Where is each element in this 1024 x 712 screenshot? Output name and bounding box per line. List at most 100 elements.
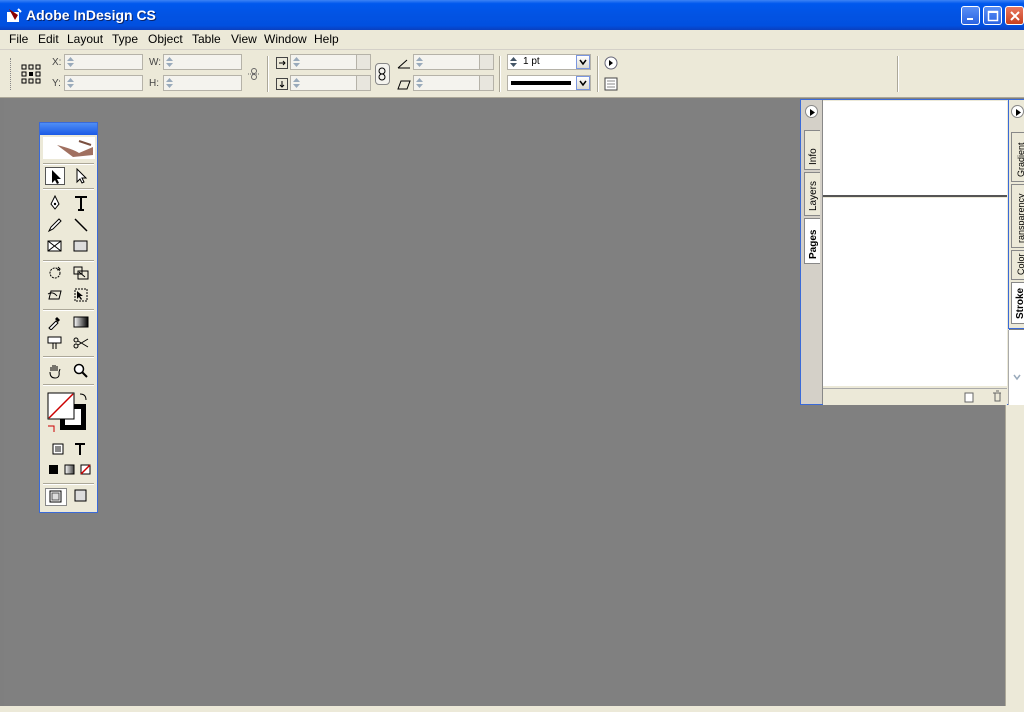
direct-selection-tool[interactable]	[71, 167, 91, 185]
maximize-button[interactable]	[983, 6, 1002, 25]
gradient-icon	[64, 464, 75, 475]
palette-menu-icon[interactable]	[604, 77, 618, 91]
minimize-button[interactable]	[961, 6, 980, 25]
toolbox-title-bar[interactable]	[40, 123, 97, 135]
control-menu-arrow-icon[interactable]	[604, 56, 618, 70]
scale-x-field[interactable]	[290, 54, 371, 70]
rectangle-tool-icon	[73, 240, 88, 252]
spinner-icon	[166, 57, 173, 67]
spinner-icon	[510, 57, 517, 67]
chevron-down-icon	[579, 59, 587, 66]
free-transform-tool-icon	[74, 288, 88, 302]
tab-color[interactable]: Color	[1011, 250, 1024, 280]
button-tool[interactable]	[45, 334, 65, 352]
stroke-type-dropdown[interactable]	[576, 76, 590, 90]
dropdown-arrow[interactable]	[356, 55, 370, 69]
close-button[interactable]	[1005, 6, 1024, 25]
menu-bar: File Edit Layout Type Object Table View …	[0, 30, 1024, 50]
menu-edit[interactable]: Edit	[38, 32, 59, 46]
tab-info[interactable]: Info	[804, 130, 820, 170]
dropdown-arrow[interactable]	[479, 76, 493, 90]
apply-none-button[interactable]	[78, 463, 92, 477]
formatting-text-button[interactable]	[71, 441, 89, 457]
selection-tool[interactable]	[45, 167, 65, 185]
solid-line-swatch	[511, 81, 571, 85]
feather-logo-icon	[57, 140, 93, 157]
type-tool[interactable]	[71, 194, 91, 212]
free-transform-tool[interactable]	[71, 286, 91, 304]
reference-point-icon[interactable]	[21, 64, 41, 84]
dropdown-arrow[interactable]	[479, 55, 493, 69]
spinner-icon	[416, 57, 423, 67]
menu-table[interactable]: Table	[192, 32, 221, 46]
menu-layout[interactable]: Layout	[67, 32, 103, 46]
shear-tool[interactable]	[45, 286, 65, 304]
chain-link-icon	[378, 67, 386, 81]
menu-object[interactable]: Object	[148, 32, 183, 46]
line-tool[interactable]	[71, 216, 91, 234]
height-field[interactable]	[163, 75, 242, 91]
menu-window[interactable]: Window	[264, 32, 307, 46]
tab-transparency[interactable]: ransparency	[1011, 184, 1024, 248]
apply-gradient-button[interactable]	[62, 463, 76, 477]
stroke-panel-scroll[interactable]	[1008, 330, 1024, 405]
apply-color-button[interactable]	[46, 463, 60, 477]
scale-tool[interactable]	[71, 264, 91, 282]
scissors-tool[interactable]	[71, 334, 91, 352]
scale-y-field[interactable]	[290, 75, 371, 91]
panel-menu-arrow-icon[interactable]	[805, 105, 818, 118]
color-icon	[49, 465, 58, 474]
pages-master-area[interactable]	[823, 101, 1007, 195]
formatting-container-button[interactable]	[49, 441, 67, 457]
constrain-scale-button[interactable]	[375, 63, 390, 85]
menu-file[interactable]: File	[9, 32, 28, 46]
pages-panel-divider[interactable]	[823, 195, 1007, 197]
panel-menu-arrow-icon[interactable]	[1011, 105, 1024, 118]
close-icon	[1010, 11, 1020, 21]
tab-layers[interactable]: Layers	[804, 172, 820, 216]
zoom-tool[interactable]	[71, 362, 91, 380]
pencil-tool[interactable]	[45, 216, 65, 234]
dropdown-arrow[interactable]	[356, 76, 370, 90]
rotate-tool-icon	[49, 266, 61, 279]
x-position-field[interactable]	[64, 54, 143, 70]
normal-view-mode-button[interactable]	[45, 488, 67, 506]
fill-stroke-swatch-icon[interactable]	[46, 392, 90, 432]
menu-type[interactable]: Type	[112, 32, 138, 46]
shear-angle-field[interactable]	[413, 75, 494, 91]
rotation-angle-field[interactable]	[413, 54, 494, 70]
preview-mode-icon	[74, 489, 87, 502]
menu-view[interactable]: View	[231, 32, 257, 46]
control-bar-grip[interactable]	[10, 58, 14, 90]
rectangle-frame-tool[interactable]	[45, 237, 65, 255]
width-field[interactable]	[163, 54, 242, 70]
direct-selection-tool-icon	[76, 168, 88, 184]
eyedropper-tool[interactable]	[45, 313, 65, 331]
title-bar: Adobe InDesign CS	[0, 0, 1024, 30]
y-position-field[interactable]	[64, 75, 143, 91]
preview-mode-button[interactable]	[71, 488, 93, 506]
new-page-icon[interactable]	[963, 391, 975, 403]
constrain-proportions-icon[interactable]	[247, 67, 261, 81]
separator	[267, 56, 269, 92]
trash-icon[interactable]	[991, 390, 1003, 402]
rectangle-tool[interactable]	[71, 237, 91, 255]
pages-document-area[interactable]	[823, 198, 1007, 386]
rotate-tool[interactable]	[45, 264, 65, 282]
scale-x-icon	[276, 57, 288, 69]
stroke-weight-field[interactable]: 1 pt	[507, 54, 591, 70]
pen-tool[interactable]	[45, 194, 65, 212]
spinner-icon	[166, 78, 173, 88]
indesign-app-icon	[7, 8, 22, 22]
spinner-icon	[293, 78, 300, 88]
hand-tool[interactable]	[45, 362, 65, 380]
menu-help[interactable]: Help	[314, 32, 339, 46]
tab-gradient[interactable]: Gradient	[1011, 132, 1024, 182]
container-icon	[52, 443, 64, 455]
stroke-weight-dropdown[interactable]	[576, 55, 590, 69]
tab-pages[interactable]: Pages	[804, 218, 820, 264]
tab-stroke[interactable]: Stroke	[1011, 282, 1024, 324]
stroke-type-field[interactable]	[507, 75, 591, 91]
rectangle-frame-tool-icon	[47, 240, 62, 252]
gradient-tool[interactable]	[71, 313, 91, 331]
